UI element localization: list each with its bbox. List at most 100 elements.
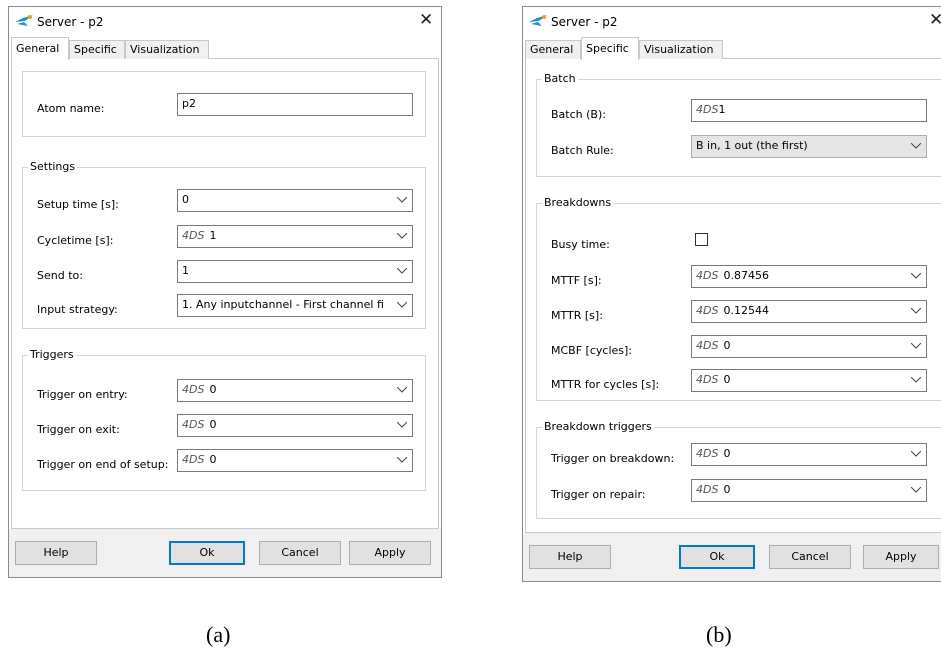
mttr-value: 0.12544 [723, 304, 769, 317]
chevron-down-icon[interactable] [908, 266, 924, 287]
title-bar: Server - p2 ✕ [523, 7, 941, 37]
help-button[interactable]: Help [15, 541, 97, 565]
tab-panel-specific: Batch Batch (B): 4DS1 Batch Rule: B in, … [525, 59, 941, 533]
tab-specific[interactable]: Specific [581, 37, 639, 60]
tab-general[interactable]: General [11, 37, 69, 60]
mcbf-combo[interactable]: 4DS 0 [691, 335, 927, 358]
trigger-exit-label: Trigger on exit: [37, 423, 120, 436]
mttf-label: MTTF [s]: [551, 274, 602, 287]
chevron-down-icon[interactable] [394, 226, 410, 247]
mttr-cycles-combo[interactable]: 4DS 0 [691, 369, 927, 392]
chevron-down-icon[interactable] [908, 301, 924, 322]
chevron-down-icon[interactable] [394, 450, 410, 471]
4ds-tag: 4DS [696, 304, 719, 317]
tab-general[interactable]: General [525, 40, 581, 59]
send-to-combo[interactable]: 1 [177, 260, 413, 283]
caption-b: (b) [706, 622, 732, 647]
busy-time-label: Busy time: [551, 238, 610, 251]
chevron-down-icon[interactable] [394, 415, 410, 436]
busy-time-checkbox[interactable] [695, 233, 708, 246]
apply-button[interactable]: Apply [863, 545, 939, 569]
cancel-button[interactable]: Cancel [769, 545, 851, 569]
4ds-tag: 4DS [182, 383, 205, 396]
tab-visualization[interactable]: Visualization [125, 40, 209, 59]
mttr-combo[interactable]: 4DS 0.12544 [691, 300, 927, 323]
batch-rule-combo[interactable]: B in, 1 out (the first) [691, 135, 927, 158]
mcbf-label: MCBF [cycles]: [551, 344, 632, 357]
help-button[interactable]: Help [529, 545, 611, 569]
apply-button[interactable]: Apply [349, 541, 431, 565]
batch-label: Batch (B): [551, 108, 606, 121]
send-to-label: Send to: [37, 269, 83, 282]
setup-time-combo[interactable]: 0 [177, 189, 413, 212]
chevron-down-icon[interactable] [908, 370, 924, 391]
send-to-value: 1 [182, 264, 189, 277]
input-strategy-value: 1. Any inputchannel - First channel fi [182, 298, 384, 311]
chevron-down-icon[interactable] [394, 295, 410, 316]
chevron-down-icon[interactable] [394, 190, 410, 211]
trigger-repair-combo[interactable]: 4DS 0 [691, 479, 927, 502]
trigger-exit-combo[interactable]: 4DS 0 [177, 414, 413, 437]
window-title: Server - p2 [551, 15, 618, 29]
setup-time-value: 0 [182, 193, 189, 206]
batch-value: 1 [718, 103, 726, 116]
mttf-value: 0.87456 [723, 269, 769, 282]
4ds-tag: 4DS [696, 373, 719, 386]
4ds-tag: 4DS [182, 229, 205, 242]
setup-time-label: Setup time [s]: [37, 198, 119, 211]
settings-group: Settings Setup time [s]: 0 Cycletime [s]… [22, 160, 426, 329]
chevron-down-icon[interactable] [908, 136, 924, 157]
cycletime-value: 1 [209, 229, 217, 242]
ok-button[interactable]: Ok [679, 545, 755, 569]
chevron-down-icon[interactable] [908, 336, 924, 357]
input-strategy-combo[interactable]: 1. Any inputchannel - First channel fi [177, 294, 413, 317]
title-bar: Server - p2 ✕ [9, 7, 441, 37]
chevron-down-icon[interactable] [908, 444, 924, 465]
cycletime-label: Cycletime [s]: [37, 234, 114, 247]
trigger-end-setup-combo[interactable]: 4DS 0 [177, 449, 413, 472]
trigger-repair-label: Trigger on repair: [551, 488, 646, 501]
4ds-tag: 4DS [182, 453, 205, 466]
batch-input[interactable]: 4DS1 [691, 99, 927, 122]
button-bar: Help Ok Cancel Apply [523, 533, 941, 581]
tab-strip: General Specific Visualization [11, 37, 439, 60]
trigger-breakdown-combo[interactable]: 4DS 0 [691, 443, 927, 466]
trigger-entry-combo[interactable]: 4DS 0 [177, 379, 413, 402]
close-icon[interactable]: ✕ [419, 11, 433, 29]
input-strategy-label: Input strategy: [37, 303, 118, 316]
trigger-repair-value: 0 [723, 483, 731, 496]
settings-title: Settings [28, 160, 78, 173]
batch-rule-label: Batch Rule: [551, 144, 614, 157]
tab-strip: General Specific Visualization [525, 37, 941, 60]
atom-name-label: Atom name: [37, 102, 105, 115]
button-bar: Help Ok Cancel Apply [9, 529, 441, 577]
mcbf-value: 0 [723, 339, 731, 352]
close-icon[interactable]: ✕ [929, 11, 941, 29]
cycletime-combo[interactable]: 4DS 1 [177, 225, 413, 248]
chevron-down-icon[interactable] [394, 380, 410, 401]
chevron-down-icon[interactable] [908, 480, 924, 501]
dialog-b: Server - p2 ✕ General Specific Visualiza… [522, 6, 941, 582]
4ds-tag: 4DS [696, 103, 719, 116]
cancel-button[interactable]: Cancel [259, 541, 341, 565]
tab-visualization[interactable]: Visualization [639, 40, 723, 59]
app-logo-icon [15, 15, 33, 26]
atom-group: Atom name: p2 [22, 71, 426, 137]
caption-a: (a) [206, 622, 231, 647]
trigger-breakdown-value: 0 [723, 447, 731, 460]
4ds-tag: 4DS [182, 418, 205, 431]
chevron-down-icon[interactable] [394, 261, 410, 282]
trigger-entry-label: Trigger on entry: [37, 388, 128, 401]
4ds-tag: 4DS [696, 447, 719, 460]
triggers-group: Triggers Trigger on entry: 4DS 0 Trigger … [22, 348, 426, 491]
mttf-combo[interactable]: 4DS 0.87456 [691, 265, 927, 288]
breakdowns-group: Breakdowns Busy time: MTTF [s]: 4DS 0.874… [536, 196, 941, 401]
app-logo-icon [529, 15, 547, 26]
tab-specific[interactable]: Specific [69, 40, 125, 59]
mttr-cycles-value: 0 [723, 373, 731, 386]
trigger-end-setup-value: 0 [209, 453, 217, 466]
window-title: Server - p2 [37, 15, 104, 29]
batch-rule-value: B in, 1 out (the first) [696, 139, 808, 152]
atom-name-input[interactable]: p2 [177, 93, 413, 116]
ok-button[interactable]: Ok [169, 541, 245, 565]
